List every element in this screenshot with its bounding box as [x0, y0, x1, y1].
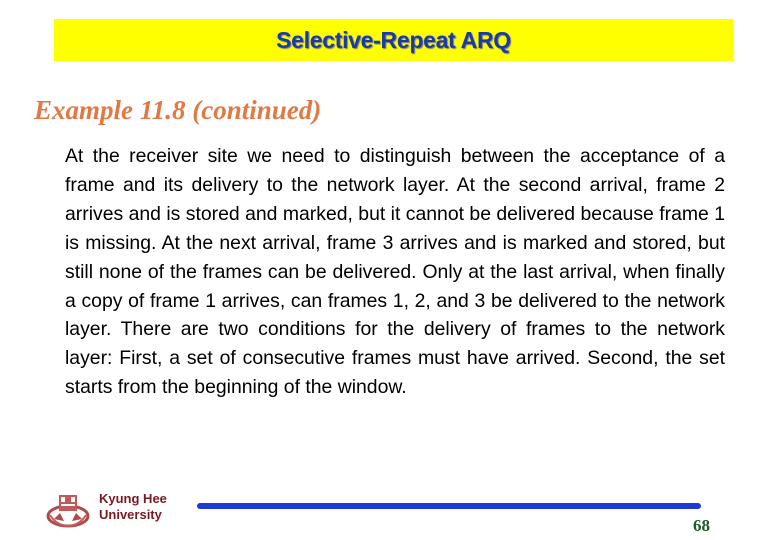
- example-heading: Example 11.8 (continued): [34, 95, 322, 125]
- university-name-line1: Kyung Hee: [99, 491, 167, 506]
- body-paragraph: At the receiver site we need to distingu…: [65, 145, 725, 399]
- university-name-line2: University: [99, 507, 162, 522]
- footer-divider: [197, 503, 701, 509]
- slide-title: Selective-Repeat ARQ: [276, 26, 511, 53]
- university-name: Kyung Hee University: [99, 491, 167, 523]
- university-emblem-icon: [46, 491, 90, 529]
- title-bar: Selective-Repeat ARQ: [54, 19, 733, 61]
- page-number: 68: [693, 516, 710, 535]
